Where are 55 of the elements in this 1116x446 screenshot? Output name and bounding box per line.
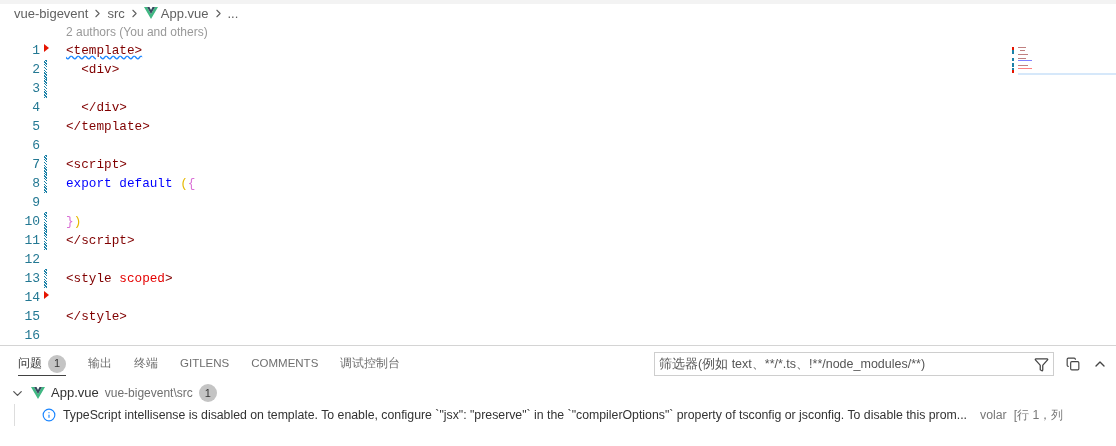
code-token: export default — [66, 175, 173, 194]
code-token: <style — [66, 270, 112, 289]
line-number: 4 — [31, 98, 40, 117]
problem-source: volar — [980, 406, 1007, 424]
line-number: 7 — [31, 155, 40, 174]
code-token: </script> — [66, 232, 135, 251]
panel-tab[interactable]: 调试控制台 — [340, 352, 401, 377]
panel-tab[interactable]: GITLENS — [180, 352, 230, 377]
collapse-all-icon[interactable] — [1066, 357, 1080, 372]
line-number: 16 — [23, 326, 40, 345]
file-path: vue-bigevent\src — [104, 385, 193, 403]
code-token: </div> — [81, 99, 127, 118]
line-number: 9 — [31, 193, 40, 212]
line-number: 3 — [31, 79, 40, 98]
code-token: </style> — [66, 308, 127, 327]
panel-tab[interactable]: 输出 — [88, 352, 112, 377]
panel-tab[interactable]: 问题 1 — [18, 352, 66, 377]
filter-icon[interactable] — [1034, 356, 1049, 372]
line-number: 5 — [31, 117, 40, 136]
line-number: 10 — [23, 212, 40, 231]
line-number: 14 — [23, 288, 40, 307]
breadcrumb-item[interactable]: vue-bigevent — [14, 3, 89, 24]
filter-field[interactable]: 筛选器(例如 text、**/*.ts、!**/node_modules/**) — [654, 352, 1054, 377]
breadcrumb-item[interactable]: App.vue — [160, 3, 209, 24]
code-token: > — [165, 270, 173, 289]
breadcrumb-item[interactable]: ... — [227, 3, 239, 24]
problem-location: [行 1，列 — [1013, 406, 1064, 424]
code-token: </template> — [66, 118, 150, 137]
panel-tab[interactable]: 终端 — [134, 352, 158, 377]
code-token: <template> — [66, 42, 143, 61]
breadcrumb-item[interactable]: src — [107, 3, 125, 24]
code-token: { — [187, 175, 196, 194]
file-name[interactable]: App.vue — [51, 383, 99, 403]
line-number: 1 — [31, 41, 40, 60]
code-token: } — [66, 213, 74, 232]
problem-message[interactable]: TypeScript intellisense is disabled on template. To enable, configure `"jsx": "preserve"` in the `"compilerOptions"` property of tsconfig or jsconfig. To disable this prom... — [63, 405, 968, 425]
vue-logo-icon — [31, 387, 45, 400]
blame-annotation: 2 authors (You and others) — [66, 24, 208, 42]
code-token: <div> — [81, 61, 120, 80]
line-number: 12 — [23, 250, 40, 269]
info-icon — [42, 408, 56, 423]
code-token: scoped — [119, 270, 165, 289]
panel-tab[interactable]: COMMENTS — [251, 352, 319, 377]
count-badge: 1 — [48, 354, 66, 373]
count-badge: 1 — [198, 384, 217, 403]
line-number: 15 — [23, 307, 40, 326]
line-number: 6 — [31, 136, 40, 155]
line-number: 2 — [31, 60, 40, 79]
line-number: 8 — [31, 174, 40, 193]
code-token: <script> — [66, 156, 127, 175]
code-token: ) — [73, 213, 82, 232]
line-number: 11 — [23, 231, 40, 250]
code-token: ( — [180, 175, 188, 194]
vue-logo-icon — [143, 7, 158, 20]
line-number: 13 — [23, 269, 40, 288]
